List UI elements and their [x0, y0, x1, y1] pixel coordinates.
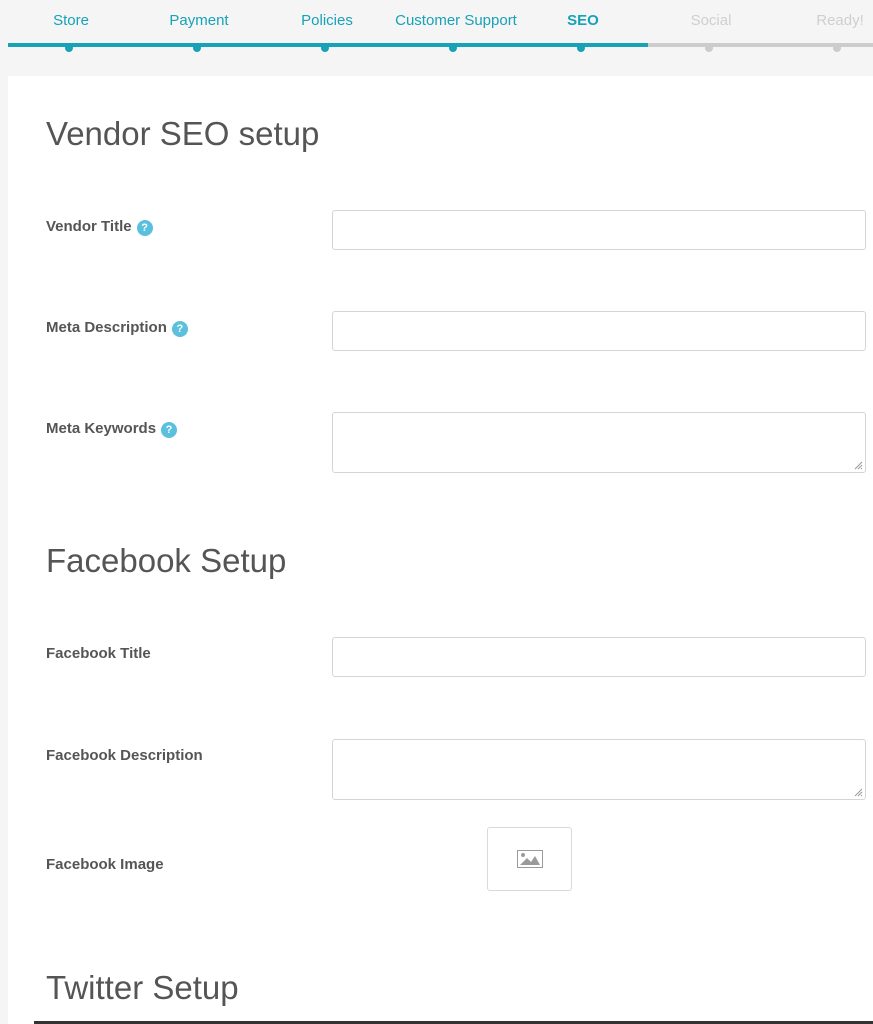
facebook-description-label: Facebook Description	[46, 747, 203, 764]
step-dot-seo	[577, 44, 585, 52]
step-store[interactable]: Store	[53, 12, 89, 29]
step-dot-ready	[833, 44, 841, 52]
step-seo[interactable]: SEO	[567, 12, 599, 29]
resize-handle-icon[interactable]	[853, 460, 863, 470]
step-dot-customer-support	[449, 44, 457, 52]
step-customer-support[interactable]: Customer Support	[395, 12, 517, 29]
facebook-title-input[interactable]	[332, 637, 866, 677]
step-payment[interactable]: Payment	[169, 12, 228, 29]
vendor-title-label-text: Vendor Title	[46, 218, 132, 235]
seo-form-card: Vendor SEO setup Vendor Title ? Meta Des…	[8, 76, 873, 1024]
step-policies[interactable]: Policies	[301, 12, 353, 29]
facebook-image-label: Facebook Image	[46, 856, 164, 873]
facebook-section-title: Facebook Setup	[46, 542, 287, 579]
facebook-title-label-text: Facebook Title	[46, 645, 151, 662]
resize-handle-icon[interactable]	[853, 787, 863, 797]
facebook-image-label-text: Facebook Image	[46, 856, 164, 873]
vendor-title-input[interactable]	[332, 210, 866, 250]
facebook-title-label: Facebook Title	[46, 645, 151, 662]
step-ready[interactable]: Ready!	[816, 12, 864, 29]
facebook-image-upload[interactable]	[487, 827, 572, 891]
step-dot-social	[705, 44, 713, 52]
image-icon	[516, 850, 543, 868]
help-icon[interactable]: ?	[136, 220, 153, 236]
meta-keywords-label-text: Meta Keywords	[46, 420, 157, 437]
meta-keywords-textarea[interactable]	[332, 412, 866, 473]
help-icon[interactable]: ?	[161, 422, 178, 438]
step-dot-policies	[321, 44, 329, 52]
setup-steps: Store Payment Policies Customer Support …	[0, 0, 873, 60]
meta-description-label: Meta Description ?	[46, 318, 188, 337]
meta-description-label-text: Meta Description	[46, 319, 167, 336]
facebook-description-textarea[interactable]	[332, 739, 866, 800]
meta-description-input[interactable]	[332, 311, 866, 351]
seo-section-title: Vendor SEO setup	[46, 115, 320, 152]
twitter-section-title: Twitter Setup	[46, 969, 239, 1006]
step-social[interactable]: Social	[691, 12, 732, 29]
meta-keywords-label: Meta Keywords ?	[46, 419, 178, 438]
facebook-description-label-text: Facebook Description	[46, 747, 203, 764]
help-icon[interactable]: ?	[171, 321, 188, 337]
vendor-title-label: Vendor Title ?	[46, 217, 153, 236]
step-dot-payment	[193, 44, 201, 52]
step-dot-store	[65, 44, 73, 52]
